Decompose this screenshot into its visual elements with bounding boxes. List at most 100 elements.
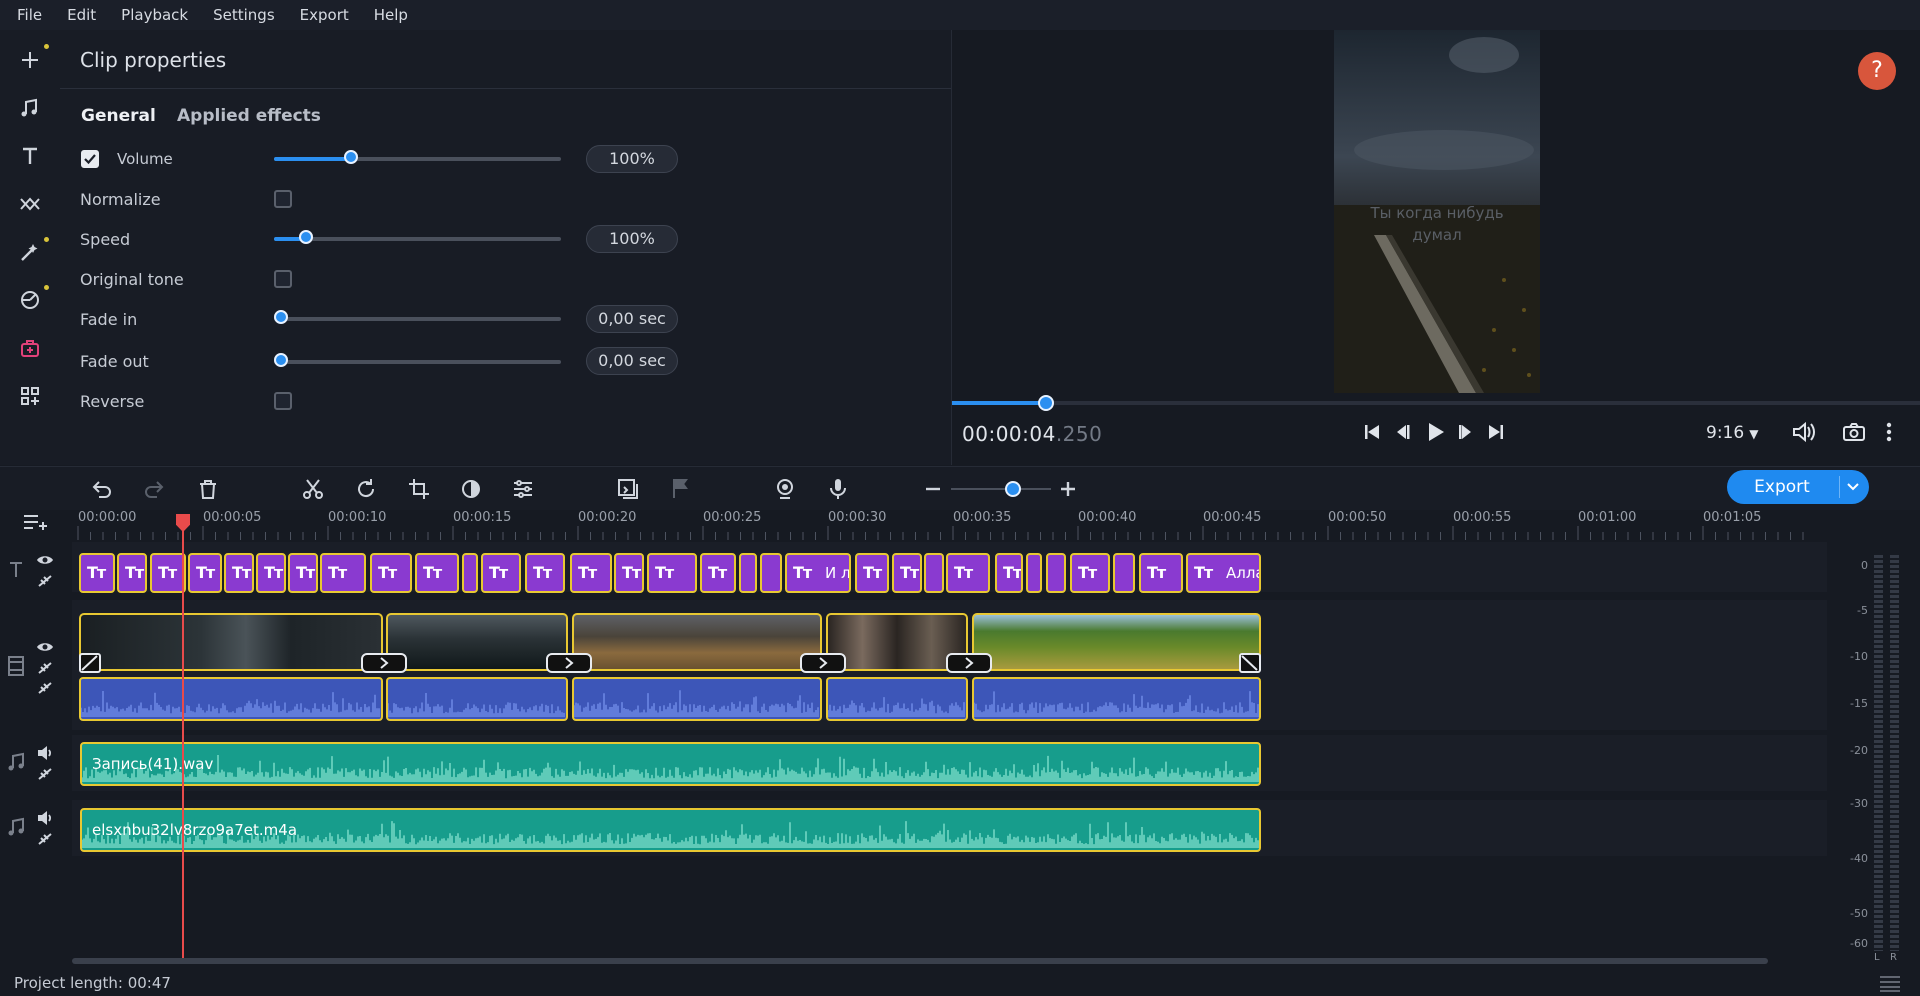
title-clip[interactable]: Tт (647, 553, 697, 593)
audio-clip[interactable]: Запись(41).wav (80, 742, 1261, 786)
insert-media-icon[interactable] (616, 477, 640, 501)
reverse-checkbox[interactable] (274, 392, 292, 410)
eye-icon[interactable] (36, 640, 54, 654)
volume-value-field[interactable]: 100% (586, 145, 678, 173)
title-clip[interactable] (1046, 553, 1066, 593)
zoom-in-icon[interactable] (1056, 477, 1080, 501)
tab-general[interactable]: General (81, 106, 156, 126)
fade-out-slider-knob[interactable] (274, 353, 288, 367)
audio-clip[interactable]: elsxnbu32lv8rzo9a7et.m4a (80, 808, 1261, 852)
video-clip[interactable] (572, 613, 822, 671)
fade-in-slider[interactable] (274, 310, 561, 324)
previous-frame-icon[interactable] (1392, 422, 1412, 442)
volume-icon[interactable] (1791, 421, 1817, 443)
title-clip[interactable]: Tт (188, 553, 222, 593)
title-clip[interactable]: Tт (570, 553, 612, 593)
magic-wand-icon[interactable] (18, 240, 42, 264)
skip-to-end-icon[interactable] (1486, 422, 1506, 442)
microphone-icon[interactable] (826, 477, 850, 501)
more-tools-icon[interactable] (18, 384, 42, 408)
zoom-slider-knob[interactable] (1005, 481, 1021, 497)
rotate-icon[interactable] (354, 477, 378, 501)
normalize-checkbox[interactable] (274, 190, 292, 208)
clip-properties-icon[interactable] (511, 477, 535, 501)
lock-icon[interactable] (36, 573, 54, 589)
title-clip[interactable]: Tт (288, 553, 318, 593)
tab-applied-effects[interactable]: Applied effects (177, 106, 321, 126)
speed-value-field[interactable]: 100% (586, 225, 678, 253)
title-clip[interactable] (1026, 553, 1042, 593)
transition-icon[interactable] (546, 653, 592, 673)
volume-checkbox[interactable] (81, 150, 99, 168)
snapshot-icon[interactable] (1842, 422, 1866, 442)
title-clip[interactable]: Tт (224, 553, 254, 593)
clip-audio[interactable] (386, 677, 568, 721)
fade-in-transition-icon[interactable] (79, 653, 101, 673)
title-clip[interactable] (462, 553, 478, 593)
crop-icon[interactable] (407, 477, 431, 501)
title-clip[interactable]: Tт (892, 553, 922, 593)
menu-edit[interactable]: Edit (58, 6, 105, 24)
title-clip[interactable]: Tт (481, 553, 521, 593)
redo-icon[interactable] (142, 477, 166, 501)
more-options-icon[interactable] (1886, 422, 1892, 442)
title-clip[interactable]: Tт И л (785, 553, 851, 593)
menu-help[interactable]: Help (365, 6, 417, 24)
video-frame[interactable]: Ты когда нибудь думал (1334, 30, 1540, 393)
fade-out-value-field[interactable]: 0,00 sec (586, 347, 678, 375)
title-clip[interactable]: Tт (256, 553, 286, 593)
split-icon[interactable] (301, 477, 325, 501)
seekbar-knob[interactable] (1038, 395, 1054, 411)
marker-flag-icon[interactable] (668, 477, 692, 501)
undo-icon[interactable] (90, 477, 114, 501)
menu-export[interactable]: Export (291, 6, 358, 24)
title-clip[interactable]: Tт (700, 553, 736, 593)
playhead[interactable] (182, 514, 184, 958)
fade-in-slider-knob[interactable] (274, 310, 288, 324)
clip-audio[interactable] (972, 677, 1261, 721)
help-button[interactable]: ? (1858, 52, 1896, 90)
title-clip[interactable]: Tт (79, 553, 115, 593)
add-track-icon[interactable] (22, 511, 48, 533)
title-clip[interactable]: Tт (1070, 553, 1110, 593)
title-clip[interactable]: Tт (614, 553, 644, 593)
title-clip[interactable]: Tт (525, 553, 565, 593)
music-icon[interactable] (18, 96, 42, 120)
fade-out-transition-icon[interactable] (1239, 653, 1261, 673)
transition-icon[interactable] (800, 653, 846, 673)
titles-icon[interactable] (18, 144, 42, 168)
menu-playback[interactable]: Playback (112, 6, 197, 24)
zoom-out-icon[interactable] (921, 477, 945, 501)
clip-audio[interactable] (572, 677, 822, 721)
title-clip[interactable]: Tт (1139, 553, 1183, 593)
menu-file[interactable]: File (8, 6, 51, 24)
title-clip[interactable]: Tт (320, 553, 366, 593)
menu-settings[interactable]: Settings (204, 6, 284, 24)
time-ruler[interactable]: 00:00:00 00:00:05 00:00:10 00:00:15 00:00:20… (72, 510, 1832, 540)
delete-icon[interactable] (196, 477, 220, 501)
title-clip[interactable] (760, 553, 782, 593)
clip-audio[interactable] (826, 677, 968, 721)
play-icon[interactable] (1423, 420, 1447, 444)
video-clip[interactable] (79, 613, 383, 671)
color-adjust-icon[interactable] (18, 288, 42, 312)
volume-slider[interactable] (274, 150, 561, 164)
title-clip[interactable]: Tт (415, 553, 459, 593)
store-icon[interactable] (18, 336, 42, 360)
lock-icon[interactable] (36, 660, 54, 676)
clip-audio[interactable] (79, 677, 383, 721)
video-clip[interactable] (386, 613, 568, 671)
preview-seekbar[interactable] (952, 395, 1920, 411)
title-clip[interactable] (924, 553, 944, 593)
link-icon[interactable] (36, 680, 54, 696)
timeline-scrollbar[interactable] (72, 958, 1768, 964)
title-clip[interactable]: Tт (855, 553, 889, 593)
chevron-down-icon[interactable] (1845, 480, 1861, 494)
video-clip[interactable] (972, 613, 1261, 671)
transition-icon[interactable] (361, 653, 407, 673)
fade-out-slider[interactable] (274, 353, 561, 367)
volume-slider-knob[interactable] (344, 150, 358, 164)
title-clip[interactable]: Tт (150, 553, 186, 593)
next-frame-icon[interactable] (1456, 422, 1476, 442)
add-media-icon[interactable] (18, 48, 42, 72)
